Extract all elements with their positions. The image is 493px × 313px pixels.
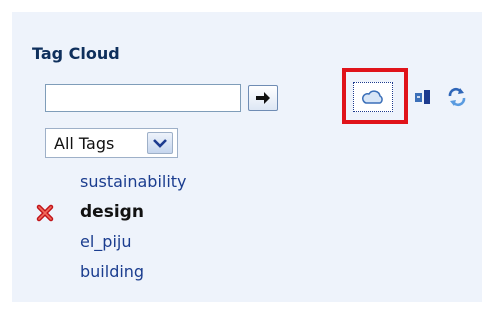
tag-link-el-piju[interactable]: el_piju [80,232,131,251]
list-view-button[interactable] [410,84,436,110]
tag-filter-select[interactable]: All Tags [45,128,178,158]
chevron-down-icon [153,139,167,148]
refresh-icon [448,87,466,107]
refresh-button[interactable] [444,84,470,110]
arrow-right-icon [256,92,270,104]
go-button[interactable] [248,85,278,111]
dropdown-button[interactable] [147,132,173,154]
tag-list-view-icon [415,90,430,104]
panel-title: Tag Cloud [32,44,120,63]
cloud-view-button[interactable] [353,82,393,112]
tag-search-input[interactable] [45,84,241,112]
remove-tag-icon[interactable] [36,204,54,222]
tag-link-design[interactable]: design [80,202,144,222]
tag-link-building[interactable]: building [80,262,144,281]
tag-link-sustainability[interactable]: sustainability [80,172,187,191]
tag-cloud-view-icon [362,90,383,104]
tag-filter-value: All Tags [54,133,115,153]
